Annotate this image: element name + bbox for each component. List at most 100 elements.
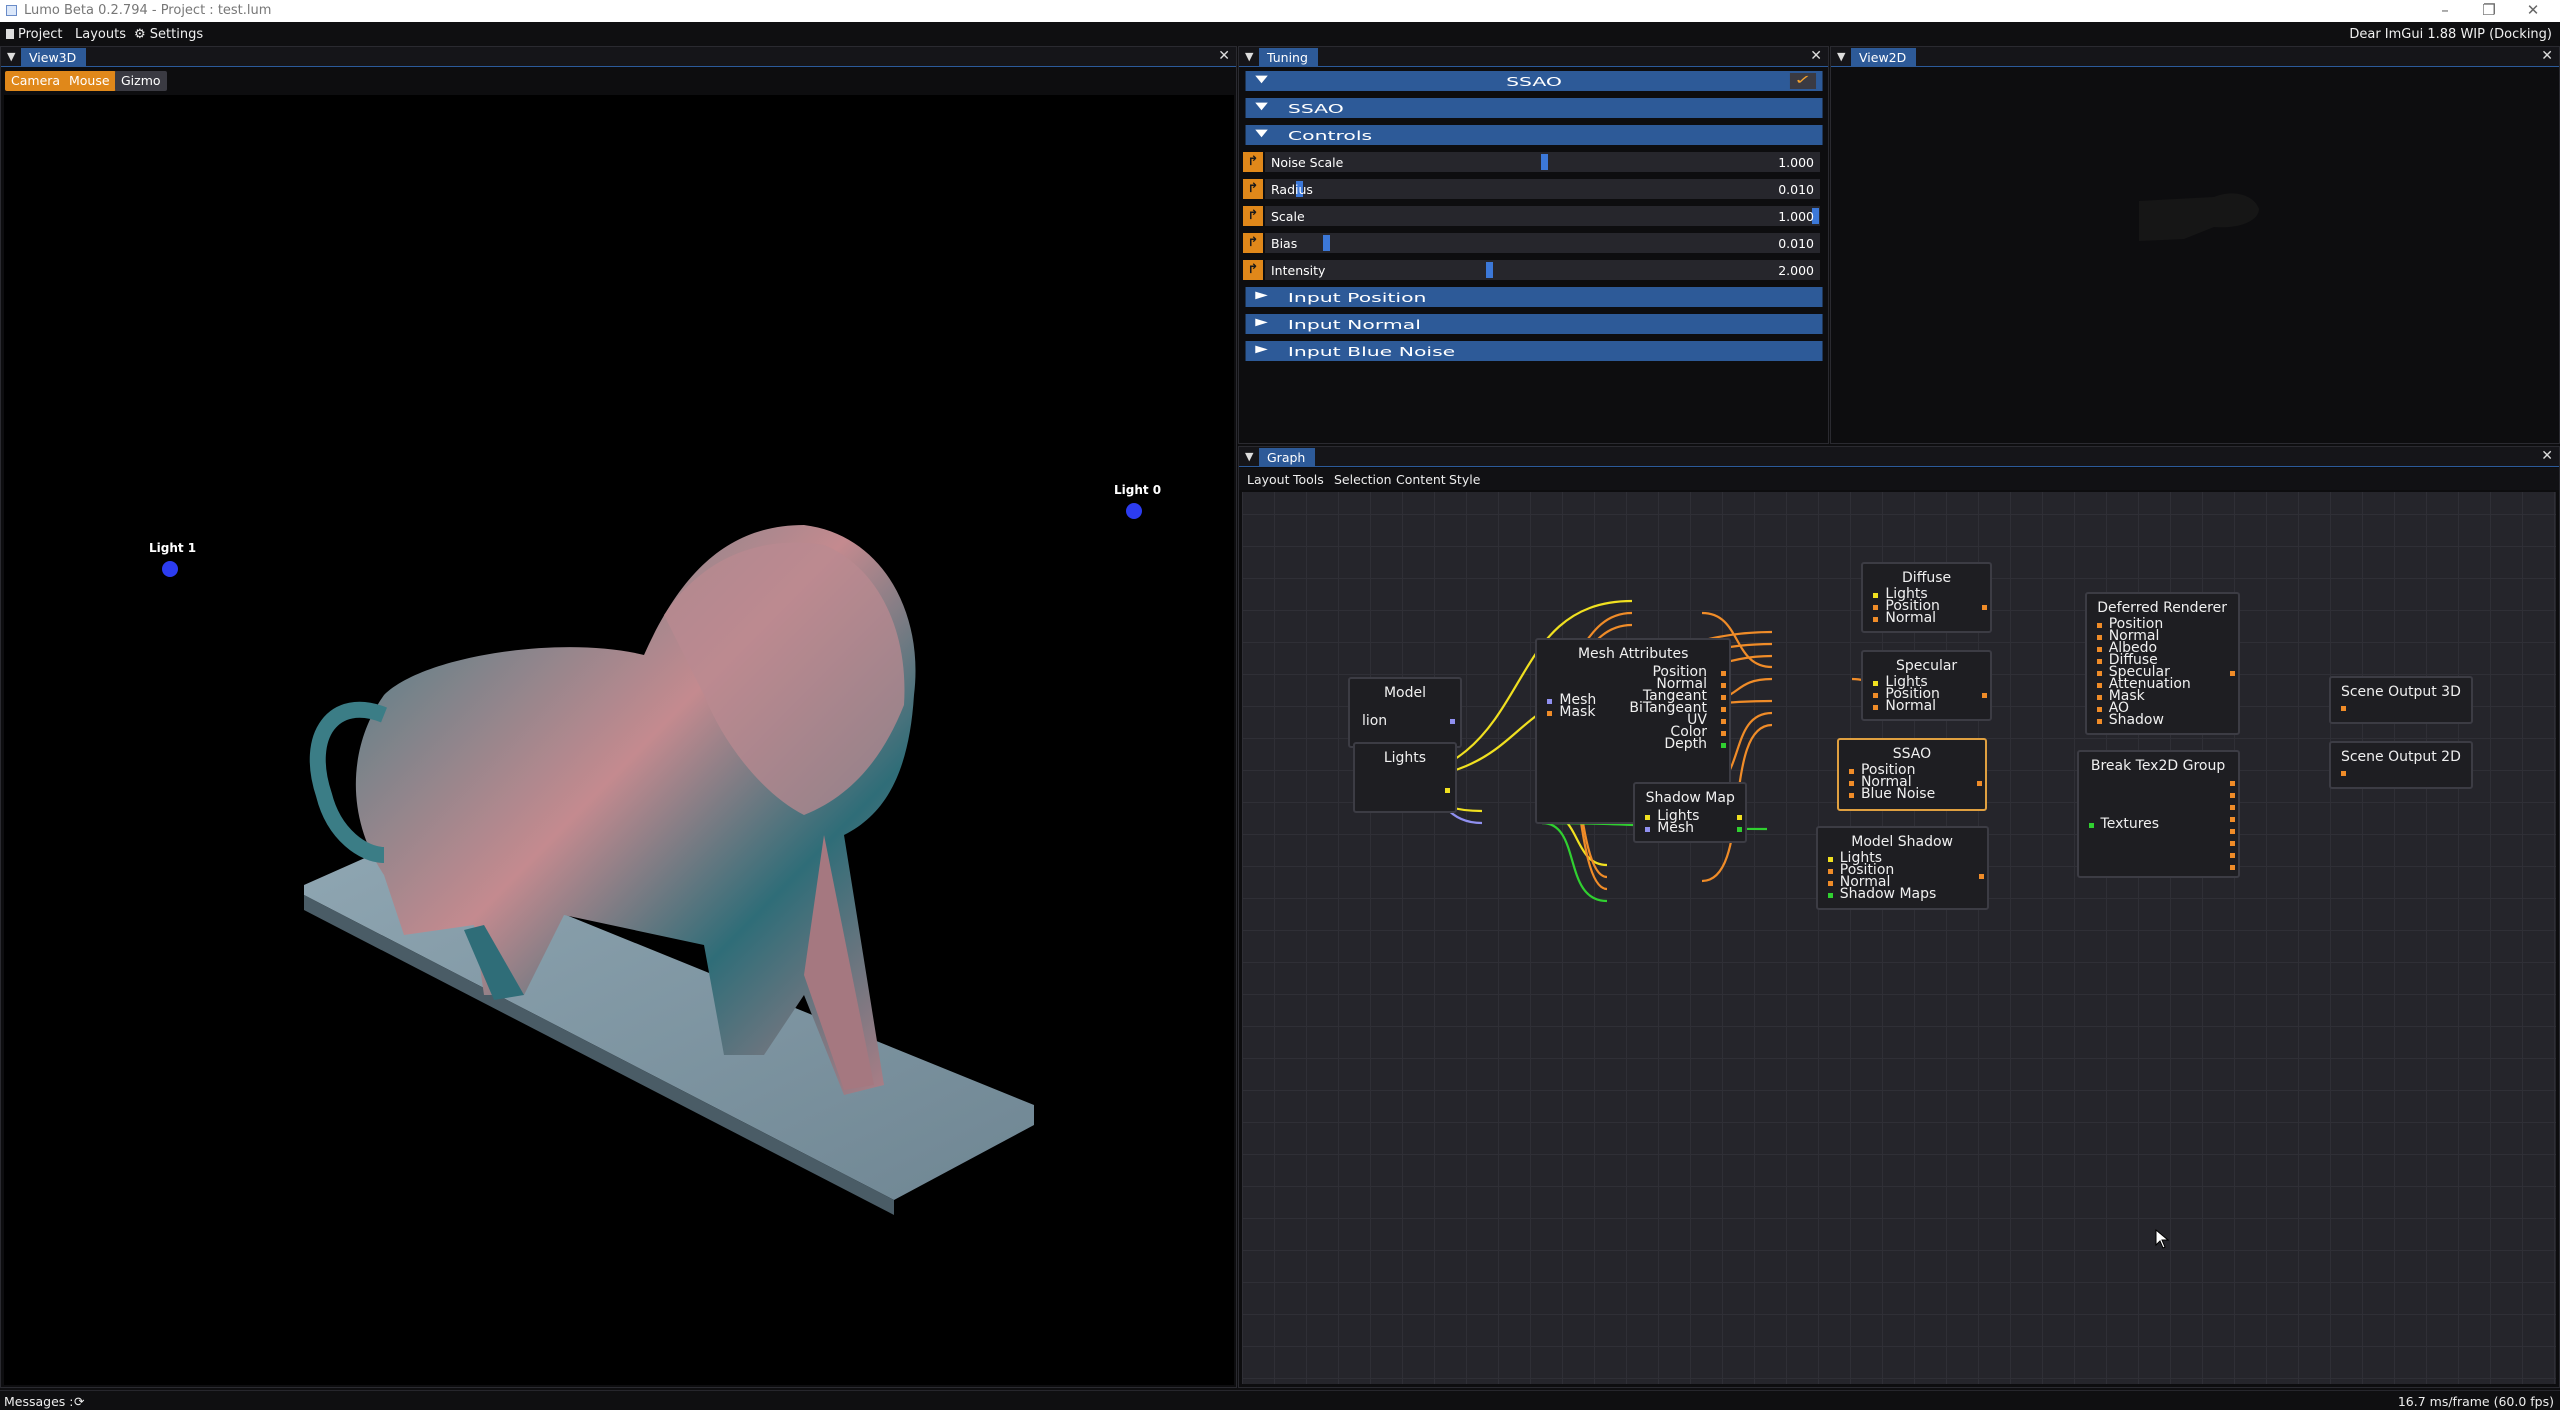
output-pin[interactable] <box>1737 827 1743 832</box>
close-icon[interactable]: ✕ <box>2541 448 2553 464</box>
output-pin[interactable] <box>2229 853 2235 858</box>
enabled-checkbox[interactable]: ✓ <box>1789 73 1817 89</box>
output-pin[interactable] <box>1720 683 1726 688</box>
output-pin[interactable] <box>1445 788 1451 793</box>
slider-noise-scale[interactable]: Noise Scale 1.000 <box>1265 152 1820 172</box>
input-pin[interactable] <box>2096 683 2102 688</box>
input-pin[interactable] <box>1645 815 1651 820</box>
output-pin[interactable] <box>2229 805 2235 810</box>
tab-view3d[interactable]: View3D <box>21 48 87 67</box>
slider-scale[interactable]: Scale 1.000 <box>1265 206 1820 226</box>
tab-tuning[interactable]: Tuning <box>1259 48 1318 67</box>
node-deferred-renderer[interactable]: Deferred Renderer Position Normal Albedo Dif… <box>2084 592 2240 735</box>
graph-menu-content[interactable]: Content <box>1396 472 1446 487</box>
menu-layouts[interactable]: Layouts <box>75 27 126 42</box>
close-window-button[interactable]: ✕ <box>2518 1 2548 19</box>
input-pin[interactable] <box>1827 857 1833 862</box>
menu-project[interactable]: Project <box>6 27 62 42</box>
output-pin[interactable] <box>1981 605 1987 610</box>
gizmo-button[interactable]: Gizmo <box>115 71 167 91</box>
output-pin[interactable] <box>1720 695 1726 700</box>
reset-icon[interactable]: ↱ <box>1243 233 1263 253</box>
close-icon[interactable]: ✕ <box>1218 48 1230 64</box>
output-pin[interactable] <box>2229 829 2235 834</box>
input-pin[interactable] <box>1873 593 1879 598</box>
input-pin[interactable] <box>2096 671 2102 676</box>
section-ssao[interactable]: ▼ SSAO <box>1245 98 1823 118</box>
input-pin[interactable] <box>2096 659 2102 664</box>
section-input-normal[interactable]: ▶ Input Normal <box>1245 314 1823 334</box>
minimize-button[interactable]: – <box>2430 1 2460 19</box>
input-pin[interactable] <box>2096 635 2102 640</box>
input-pin[interactable] <box>1547 699 1553 704</box>
input-pin[interactable] <box>1547 711 1553 716</box>
graph-canvas[interactable]: Model lion Lights Mesh Attributes Mesh Mask Po… <box>1242 492 2556 1384</box>
output-pin[interactable] <box>1720 719 1726 724</box>
reset-icon[interactable]: ↱ <box>1243 179 1263 199</box>
node-model-shadow[interactable]: Model Shadow Lights Position Normal Shadow M… <box>1815 826 1989 910</box>
output-pin[interactable] <box>2229 793 2235 798</box>
input-pin[interactable] <box>1873 681 1879 686</box>
node-scene-output-3d[interactable]: Scene Output 3D <box>2329 676 2473 724</box>
input-pin[interactable] <box>1873 605 1879 610</box>
graph-menu-tools[interactable]: Tools <box>1293 472 1324 487</box>
viewport-3d[interactable]: Light 0 Light 1 <box>4 95 1234 1385</box>
output-pin[interactable] <box>1720 731 1726 736</box>
input-pin[interactable] <box>1645 827 1651 832</box>
slider-intensity[interactable]: Intensity 2.000 <box>1265 260 1820 280</box>
restore-button[interactable]: ❐ <box>2474 1 2504 19</box>
reset-icon[interactable]: ↱ <box>1243 206 1263 226</box>
camera-button[interactable]: Camera <box>5 71 67 91</box>
input-pin[interactable] <box>1827 869 1833 874</box>
output-pin[interactable] <box>2229 781 2235 786</box>
node-diffuse[interactable]: Diffuse Lights Position Normal <box>1861 562 1992 633</box>
output-pin[interactable] <box>1720 743 1726 748</box>
panel-menu-icon[interactable]: ▼ <box>7 50 15 63</box>
output-pin[interactable] <box>1720 671 1726 676</box>
input-pin[interactable] <box>1848 781 1854 786</box>
output-pin[interactable] <box>1737 815 1743 820</box>
input-pin[interactable] <box>2096 647 2102 652</box>
slider-grab[interactable] <box>1486 262 1494 278</box>
input-pin[interactable] <box>1873 705 1879 710</box>
input-pin[interactable] <box>2096 719 2102 724</box>
output-pin[interactable] <box>2229 841 2235 846</box>
reset-icon[interactable]: ↱ <box>1243 152 1263 172</box>
panel-menu-icon[interactable]: ▼ <box>1245 450 1253 463</box>
output-pin[interactable] <box>1720 707 1726 712</box>
input-pin[interactable] <box>2096 623 2102 628</box>
input-pin[interactable] <box>1827 893 1833 898</box>
input-pin[interactable] <box>1827 881 1833 886</box>
output-pin[interactable] <box>2229 817 2235 822</box>
output-pin[interactable] <box>2229 865 2235 870</box>
node-shadow-map[interactable]: Shadow Map Lights Mesh <box>1633 782 1748 843</box>
input-pin[interactable] <box>1848 793 1854 798</box>
input-pin[interactable] <box>1873 693 1879 698</box>
viewport-2d[interactable] <box>1834 69 2556 440</box>
output-pin[interactable] <box>1450 719 1456 724</box>
node-model[interactable]: Model lion <box>1347 677 1463 748</box>
tab-graph[interactable]: Graph <box>1259 448 1316 467</box>
slider-radius[interactable]: Radius 0.010 <box>1265 179 1820 199</box>
ssao-node-header[interactable]: ▼ SSAO ✓ <box>1245 71 1823 91</box>
panel-menu-icon[interactable]: ▼ <box>1837 50 1845 63</box>
node-break-tex2d[interactable]: Break Tex2D Group Textures <box>2076 750 2240 878</box>
section-input-blue-noise[interactable]: ▶ Input Blue Noise <box>1245 341 1823 361</box>
node-ssao[interactable]: SSAO Position Normal Blue Noise <box>1836 738 1987 811</box>
input-pin[interactable] <box>2088 823 2094 828</box>
input-pin[interactable] <box>1873 617 1879 622</box>
section-controls[interactable]: ▼ Controls <box>1245 125 1823 145</box>
mouse-button[interactable]: Mouse <box>63 71 116 91</box>
input-pin[interactable] <box>1848 769 1854 774</box>
menu-settings[interactable]: ⚙ Settings <box>134 27 203 42</box>
reset-icon[interactable]: ↱ <box>1243 260 1263 280</box>
slider-grab[interactable] <box>1323 235 1331 251</box>
output-pin[interactable] <box>1976 781 1982 786</box>
graph-menu-style[interactable]: Style <box>1449 472 1480 487</box>
tab-view2d[interactable]: View2D <box>1851 48 1917 67</box>
input-pin[interactable] <box>2341 706 2347 711</box>
refresh-icon[interactable]: ⟳ <box>74 1394 84 1409</box>
close-icon[interactable]: ✕ <box>1810 48 1822 64</box>
node-lights[interactable]: Lights <box>1352 742 1458 813</box>
slider-bias[interactable]: Bias 0.010 <box>1265 233 1820 253</box>
